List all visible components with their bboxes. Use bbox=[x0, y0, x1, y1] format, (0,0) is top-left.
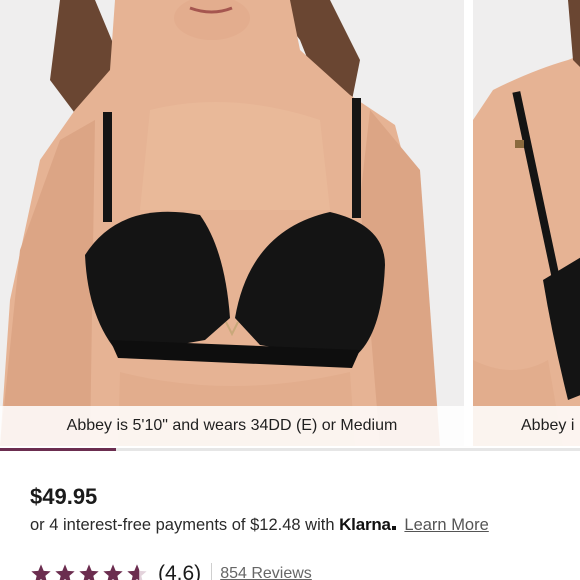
star-icon bbox=[103, 564, 123, 580]
product-photo bbox=[0, 0, 464, 446]
learn-more-link[interactable]: Learn More bbox=[404, 516, 488, 534]
star-icon bbox=[127, 564, 147, 580]
caption-text-next: Abbey i bbox=[521, 417, 575, 434]
image-carousel[interactable]: Abbey is 5'10" and wears 34DD (E) or Med… bbox=[0, 0, 580, 452]
rating-stars bbox=[30, 563, 148, 580]
product-rating[interactable]: (4.6) 854 Reviews bbox=[30, 562, 312, 580]
model-size-caption: Abbey is 5'10" and wears 34DD (E) or Med… bbox=[0, 406, 464, 446]
carousel-slide-next[interactable]: Abbey i bbox=[473, 0, 580, 446]
carousel-progress-track bbox=[0, 448, 580, 451]
carousel-slide-main[interactable]: Abbey is 5'10" and wears 34DD (E) or Med… bbox=[0, 0, 464, 446]
product-photo-back bbox=[473, 0, 580, 446]
reviews-link[interactable]: 854 Reviews bbox=[220, 565, 312, 580]
carousel-progress-indicator bbox=[0, 448, 116, 451]
model-size-caption-next: Abbey i bbox=[473, 406, 580, 446]
star-icon bbox=[55, 564, 75, 580]
product-price: $49.95 bbox=[30, 484, 98, 509]
installment-payments: or 4 interest-free payments of $12.48 wi… bbox=[30, 515, 489, 535]
caption-text: Abbey is 5'10" and wears 34DD (E) or Med… bbox=[66, 417, 398, 434]
rating-value: (4.6) bbox=[158, 562, 202, 580]
rating-divider bbox=[211, 563, 213, 580]
star-icon bbox=[79, 564, 99, 580]
klarna-logo: Klarna bbox=[339, 515, 396, 534]
star-icon bbox=[31, 564, 51, 580]
installment-text: or 4 interest-free payments of $12.48 wi… bbox=[30, 516, 335, 534]
